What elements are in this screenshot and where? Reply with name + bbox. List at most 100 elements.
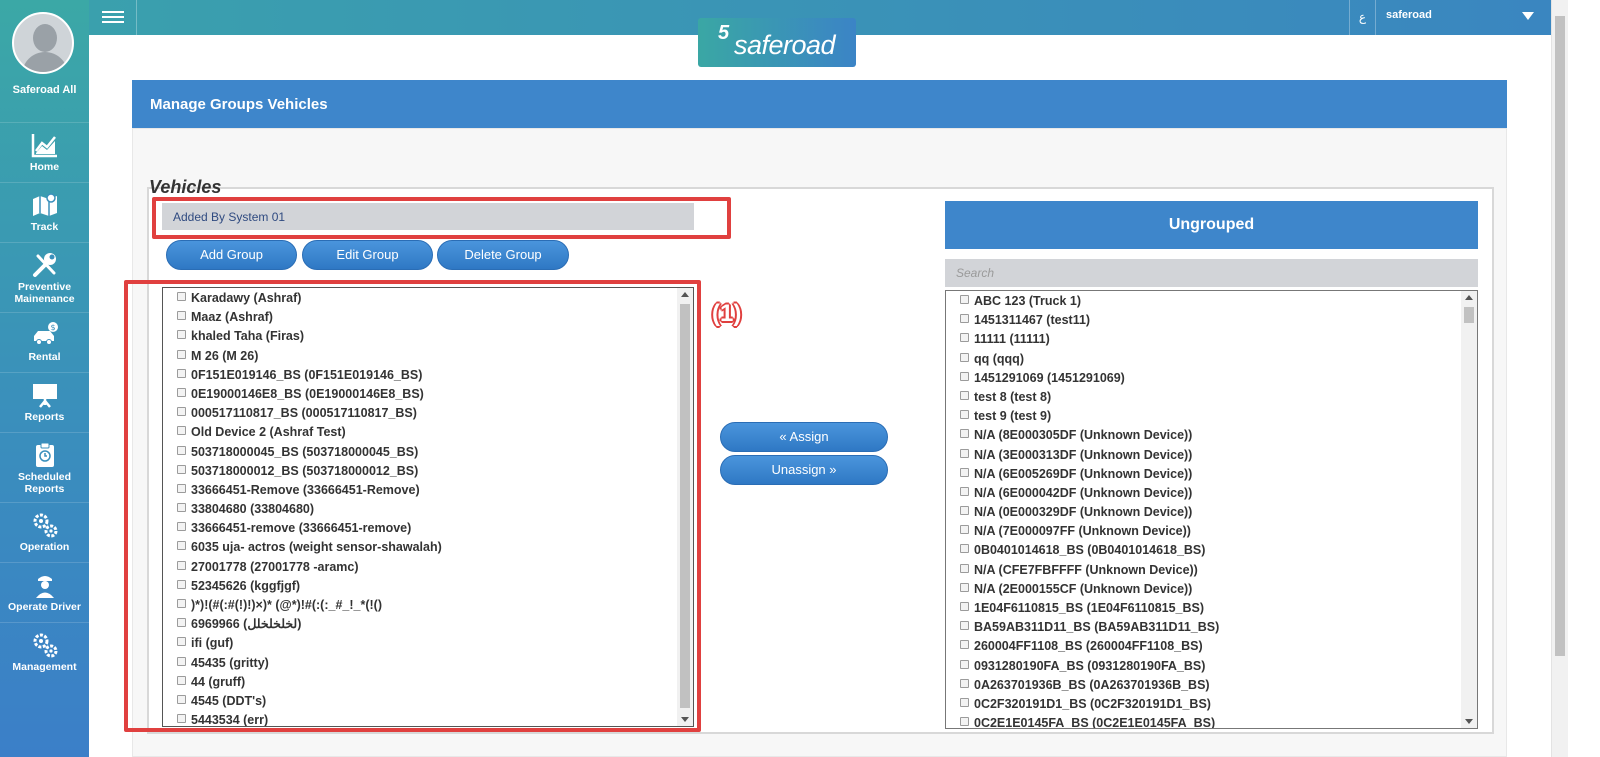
nav-item-management[interactable]: Management [0,622,89,682]
nav-label: Track [30,221,59,233]
checkbox[interactable] [960,467,969,477]
list-item[interactable]: 0A263701936B_BS (0A263701936B_BS) [946,676,1477,695]
nav-label: Scheduled Reports [17,471,72,495]
list-item[interactable]: 1451311467 (test11) [946,311,1477,330]
add-group-button[interactable]: Add Group [166,240,297,270]
checkbox[interactable] [960,582,969,592]
driver-icon [35,576,54,598]
list-item[interactable]: N/A (CFE7FBFFFF (Unknown Device)) [946,561,1477,580]
presentation-board-icon [32,384,57,408]
assign-button[interactable]: « Assign [720,422,888,452]
checkbox[interactable] [960,333,969,343]
delete-group-button[interactable]: Delete Group [437,240,569,270]
ungrouped-list-scrollbar[interactable] [1461,291,1477,728]
avatar[interactable] [12,12,74,74]
list-item-label: 0931280190FA_BS (0931280190FA_BS) [974,658,1206,673]
nav-label: Rental [28,351,61,363]
checkbox[interactable] [960,390,969,400]
nav-item-operation[interactable]: Operation [0,502,89,562]
list-item-label: N/A (0E000329DF (Unknown Device)) [974,505,1193,520]
list-item[interactable]: 0B0401014618_BS (0B0401014618_BS) [946,541,1477,560]
account-dropdown[interactable]: saferoad [1386,0,1546,35]
list-item-label: N/A (6E005269DF (Unknown Device)) [974,466,1193,481]
ungrouped-vehicles-list[interactable]: ABC 123 (Truck 1) 1451311467 (test11) 1111… [945,290,1478,729]
checkbox[interactable] [960,410,969,420]
unassign-button[interactable]: Unassign » [720,455,888,485]
edit-group-button[interactable]: Edit Group [302,240,433,270]
language-toggle[interactable]: ع [1349,0,1376,35]
list-item[interactable]: 1451291069 (1451291069) [946,369,1477,388]
nav-label: Operation [19,541,70,553]
list-item[interactable]: N/A (3E000313DF (Unknown Device)) [946,446,1477,465]
nav-item-preventive-maintenance[interactable]: Preventive Mainenance [0,242,89,305]
nav-label: Reports [24,411,65,423]
nav-label: Preventive Mainenance [14,281,75,305]
list-item-label: N/A (7E000097FF (Unknown Device)) [974,524,1191,539]
checkbox[interactable] [960,640,969,650]
checkbox[interactable] [960,525,969,535]
list-item[interactable]: N/A (6E005269DF (Unknown Device)) [946,465,1477,484]
list-item-label: N/A (3E000313DF (Unknown Device)) [974,447,1193,462]
page-scrollbar[interactable] [1551,0,1568,757]
list-item[interactable]: N/A (0E000329DF (Unknown Device)) [946,503,1477,522]
list-item[interactable]: 0931280190FA_BS (0931280190FA_BS) [946,657,1477,676]
highlight-box-group-select [152,197,731,239]
checkbox[interactable] [960,678,969,688]
checkbox[interactable] [960,563,969,573]
checkbox[interactable] [960,295,969,304]
vehicles-title: Vehicles [149,177,222,197]
list-item[interactable]: 11111 (11111) [946,330,1477,349]
checkbox[interactable] [960,448,969,458]
checkbox[interactable] [960,371,969,381]
nav-item-operate-driver[interactable]: Operate Driver [0,562,89,622]
checkbox[interactable] [960,486,969,496]
checkbox[interactable] [960,659,969,669]
list-item-label: 11111 (11111) [974,332,1050,347]
list-item[interactable]: N/A (8E000305DF (Unknown Device)) [946,426,1477,445]
nav-item-rental[interactable]: $ Rental [0,312,89,372]
scroll-up-icon[interactable] [1465,295,1473,300]
checkbox[interactable] [960,717,969,727]
list-item[interactable]: N/A (7E000097FF (Unknown Device)) [946,522,1477,541]
wrench-screwdriver-icon [32,253,56,277]
page-scrollbar-thumb[interactable] [1555,16,1565,656]
list-item[interactable]: test 8 (test 8) [946,388,1477,407]
list-item[interactable]: 1E04F6110815_BS (1E04F6110815_BS) [946,599,1477,618]
list-item[interactable]: N/A (2E000155CF (Unknown Device)) [946,580,1477,599]
hamburger-menu-icon[interactable] [89,0,137,35]
checkbox[interactable] [960,429,969,439]
list-item[interactable]: 0C2F320191D1_BS (0C2F320191D1_BS) [946,695,1477,714]
list-item-label: N/A (2E000155CF (Unknown Device)) [974,581,1193,596]
chart-icon [31,134,57,158]
checkbox[interactable] [960,506,969,516]
list-item[interactable]: N/A (6E000042DF (Unknown Device)) [946,484,1477,503]
nav-item-home[interactable]: Home [0,122,89,182]
list-item[interactable]: 0C2E1E0145FA_BS (0C2E1E0145FA_BS) [946,714,1477,728]
search-input[interactable] [945,259,1478,287]
list-item-label: ABC 123 (Truck 1) [974,294,1081,308]
checkbox[interactable] [960,352,969,362]
nav-item-reports[interactable]: Reports [0,372,89,432]
nav-item-scheduled-reports[interactable]: Scheduled Reports [0,432,89,495]
list-item[interactable]: ABC 123 (Truck 1) [946,292,1477,311]
checkbox[interactable] [960,697,969,707]
avatar-head [33,24,57,52]
list-item-label: BA59AB311D11_BS (BA59AB311D11_BS) [974,620,1220,635]
checkbox[interactable] [960,314,969,324]
list-item-label: 0A263701936B_BS (0A263701936B_BS) [974,677,1210,692]
ungrouped-list-scrollbar-thumb[interactable] [1464,307,1474,323]
checkbox[interactable] [960,602,969,611]
logo-mark: 5 [718,22,730,44]
list-item[interactable]: BA59AB311D11_BS (BA59AB311D11_BS) [946,618,1477,637]
list-item[interactable]: 260004FF1108_BS (260004FF1108_BS) [946,637,1477,656]
checkbox[interactable] [960,621,969,631]
nav-item-track[interactable]: Track [0,182,89,242]
checkbox[interactable] [960,544,969,554]
list-item[interactable]: qq (qqq) [946,350,1477,369]
scroll-down-icon[interactable] [1465,719,1473,724]
nav-label: Operate Driver [8,601,81,613]
logo-text: saferoad [734,30,836,60]
annotation-callout: (1) [712,300,742,327]
list-item[interactable]: test 9 (test 9) [946,407,1477,426]
list-item-label: test 9 (test 9) [974,409,1052,424]
